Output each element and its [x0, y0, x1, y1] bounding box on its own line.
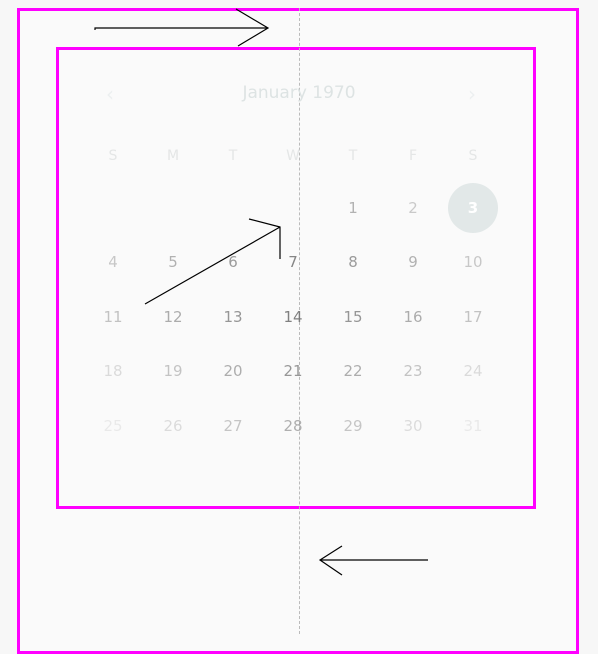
- arrow-right-icon: [94, 8, 270, 47]
- arrow-diagonal-icon: [144, 218, 281, 305]
- gesture-arrows: [94, 8, 428, 576]
- arrow-left-icon: [318, 545, 428, 576]
